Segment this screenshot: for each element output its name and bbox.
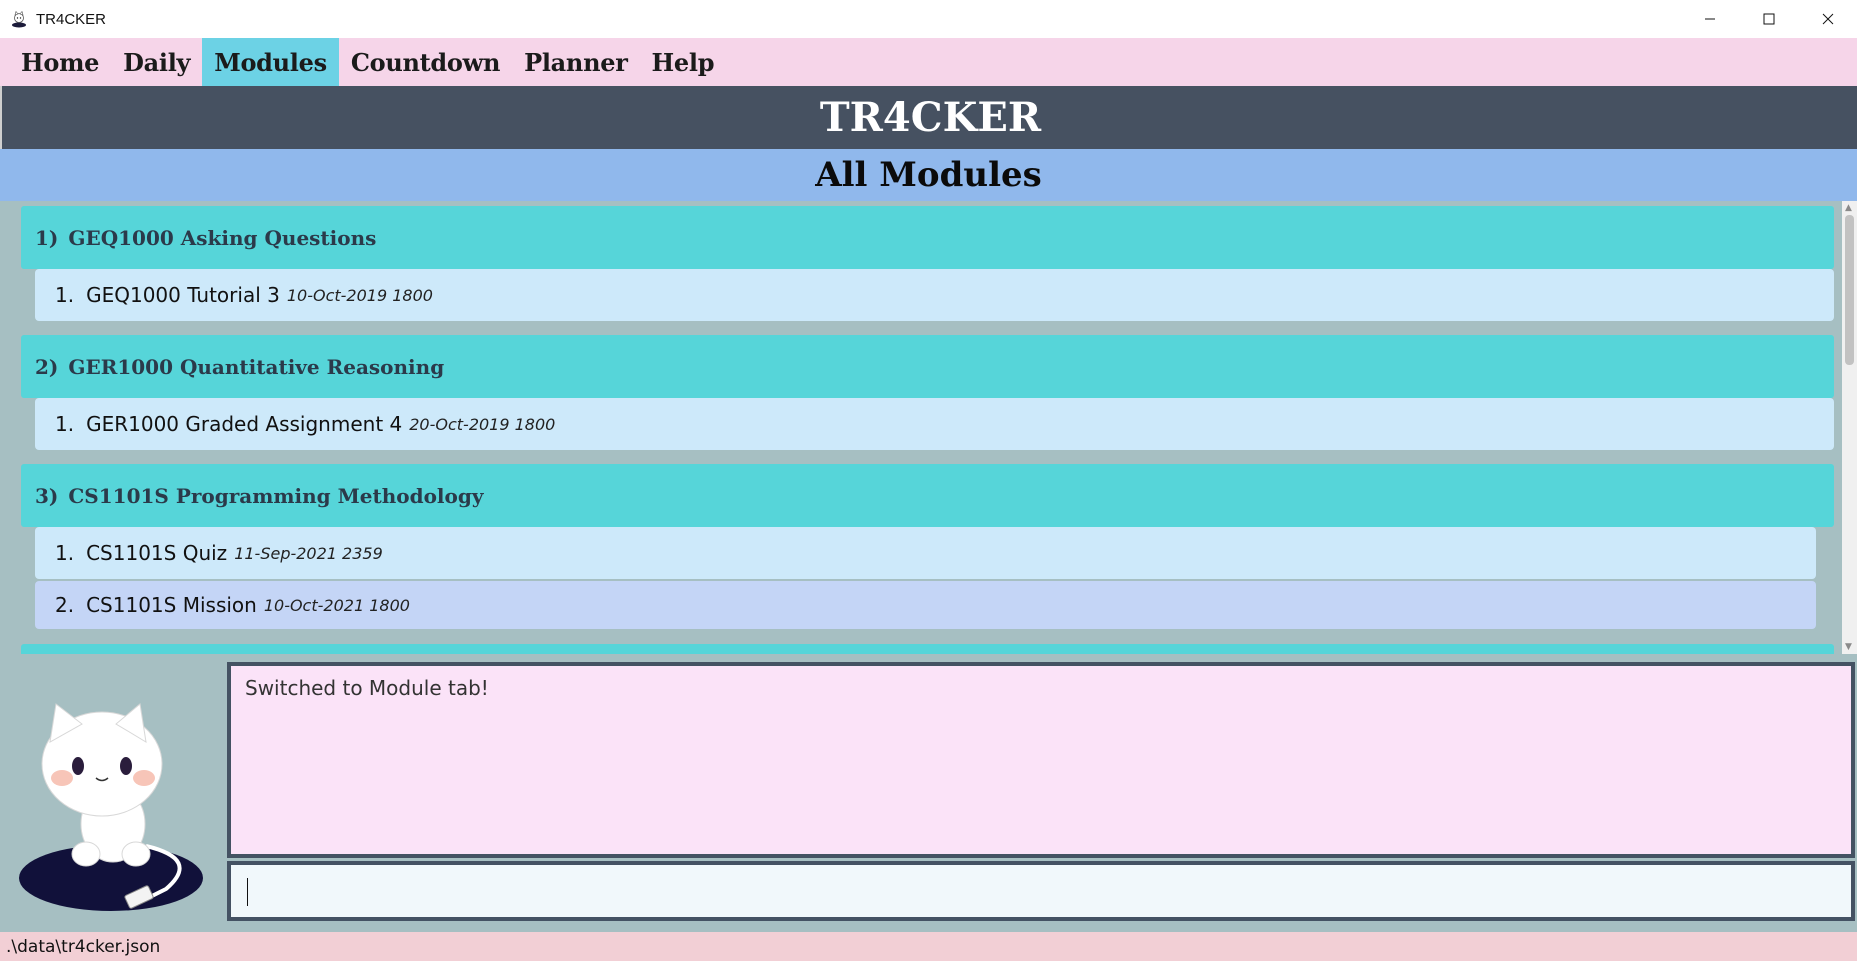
task-row[interactable]: 1. GER1000 Graded Assignment 4 20-Oct-20…: [35, 398, 1834, 450]
task-number: 2.: [55, 593, 75, 617]
scroll-thumb[interactable]: [1845, 215, 1854, 365]
task-name: GER1000 Graded Assignment 4: [86, 412, 403, 436]
module-header[interactable]: [21, 644, 1834, 654]
menu-daily[interactable]: Daily: [111, 38, 202, 86]
window-title: TR4CKER: [36, 10, 107, 28]
result-message: Switched to Module tab!: [245, 676, 489, 700]
bottom-panel: Switched to Module tab!: [0, 654, 1857, 932]
task-row[interactable]: 2. CS1101S Mission 10-Oct-2021 1800: [35, 581, 1816, 629]
maximize-icon[interactable]: [1739, 0, 1798, 38]
module-index: 1): [35, 225, 59, 250]
task-deadline: 20-Oct-2019 1800: [409, 414, 556, 434]
app-cat-icon: [10, 10, 28, 28]
module-header[interactable]: 2) GER1000 Quantitative Reasoning: [21, 335, 1834, 398]
task-name: CS1101S Mission: [86, 593, 257, 617]
task-deadline: 11-Sep-2021 2359: [234, 543, 383, 563]
task-number: 1.: [55, 412, 75, 436]
module-name: GEQ1000 Asking Questions: [68, 225, 377, 250]
window-titlebar: TR4CKER: [0, 0, 1857, 39]
text-caret: [247, 878, 248, 906]
menu-help[interactable]: Help: [640, 38, 727, 86]
task-row[interactable]: 1. CS1101S Quiz 11-Sep-2021 2359: [35, 527, 1816, 579]
module-index: 2): [35, 354, 59, 379]
app-header: TR4CKER: [0, 86, 1857, 149]
menu-countdown[interactable]: Countdown: [339, 38, 512, 86]
minimize-icon[interactable]: [1680, 0, 1739, 38]
module-name: CS1101S Programming Methodology: [68, 483, 484, 508]
module-header[interactable]: 3) CS1101S Programming Methodology: [21, 464, 1834, 527]
task-name: CS1101S Quiz: [86, 541, 228, 565]
module-name: GER1000 Quantitative Reasoning: [68, 354, 445, 379]
cat-mascot-image: [16, 694, 206, 914]
module-list-scrollbar[interactable]: ▲ ▼: [1842, 201, 1857, 654]
menu-home[interactable]: Home: [9, 38, 111, 86]
data-file-path: .\data\tr4cker.json: [6, 936, 161, 957]
task-name: GEQ1000 Tutorial 3: [86, 283, 280, 307]
module-index: 3): [35, 483, 59, 508]
app-header-title: TR4CKER: [819, 94, 1042, 141]
command-box[interactable]: [227, 861, 1855, 921]
result-display: Switched to Module tab!: [227, 662, 1855, 858]
page-title-text: All Modules: [815, 155, 1042, 195]
scroll-up-icon[interactable]: ▲: [1845, 203, 1852, 213]
scroll-down-icon[interactable]: ▼: [1845, 642, 1852, 652]
task-number: 1.: [55, 541, 75, 565]
page-title: All Modules: [0, 149, 1857, 201]
command-input[interactable]: [245, 871, 1839, 911]
module-header[interactable]: 1) GEQ1000 Asking Questions: [21, 206, 1834, 269]
module-list[interactable]: 1) GEQ1000 Asking Questions 1. GEQ1000 T…: [0, 201, 1857, 654]
menu-modules[interactable]: Modules: [202, 38, 339, 86]
close-icon[interactable]: [1798, 0, 1857, 38]
task-deadline: 10-Oct-2019 1800: [286, 285, 433, 305]
menu-bar: Home Daily Modules Countdown Planner Hel…: [0, 38, 1857, 86]
task-number: 1.: [55, 283, 75, 307]
menu-planner[interactable]: Planner: [512, 38, 639, 86]
status-bar: .\data\tr4cker.json: [0, 932, 1857, 961]
task-deadline: 10-Oct-2021 1800: [263, 595, 410, 615]
task-row[interactable]: 1. GEQ1000 Tutorial 3 10-Oct-2019 1800: [35, 269, 1834, 321]
